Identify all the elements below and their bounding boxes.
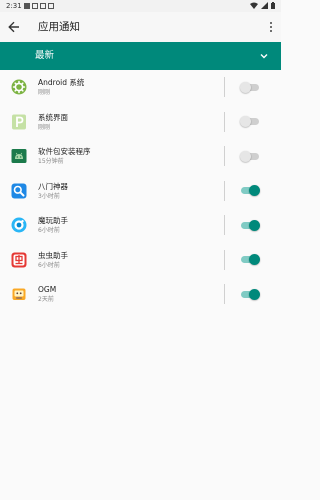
ogm-icon: [12, 288, 26, 300]
notification-time: 刚刚: [38, 89, 51, 96]
notification-toggle[interactable]: [240, 253, 260, 267]
notification-time: 6小时前: [38, 261, 60, 269]
wifi-icon: [250, 2, 258, 9]
notification-icon: [32, 3, 38, 9]
notification-time: 刚刚: [38, 123, 51, 131]
notification-icon: [40, 3, 46, 9]
system-ui-icon: [12, 114, 26, 129]
app-name: OGM: [38, 285, 57, 294]
divider: [224, 180, 225, 201]
signal-icon: [261, 2, 268, 9]
notification-toggle[interactable]: [240, 115, 260, 129]
notification-toggle[interactable]: [240, 80, 260, 94]
sort-dropdown[interactable]: 最新: [0, 42, 281, 70]
divider: [224, 249, 225, 270]
notification-icon: [48, 3, 54, 9]
package-installer-icon: [11, 149, 27, 163]
page-title: 应用通知: [38, 21, 80, 33]
chongchong-icon: [11, 252, 27, 267]
list-item[interactable]: OGM 2天前: [0, 277, 281, 312]
list-item[interactable]: 软件包安装程序 15分钟前: [0, 139, 281, 174]
notification-icon: [24, 3, 30, 9]
list-item[interactable]: Android 系统 刚刚: [0, 70, 281, 105]
notification-time: 6小时前: [38, 227, 60, 234]
app-name: 虫虫助手: [38, 250, 68, 260]
sort-dropdown-label: 最新: [35, 50, 55, 61]
notification-toggle[interactable]: [240, 149, 260, 163]
app-name: 魔玩助手: [38, 216, 68, 225]
list-item[interactable]: 系统界面 刚刚: [0, 105, 281, 140]
notification-time: 15分钟前: [38, 158, 64, 165]
android-system-icon: [11, 79, 27, 95]
divider: [224, 111, 225, 132]
app-notification-list: Android 系统 刚刚 系统界面 刚刚 软件包安装程序 15分钟前 八门神器…: [0, 70, 281, 312]
mowan-icon: [11, 217, 27, 233]
app-name: 软件包安装程序: [38, 147, 91, 156]
notification-time: 2天前: [38, 296, 54, 303]
divider: [224, 215, 225, 235]
back-arrow-icon[interactable]: [6, 19, 22, 35]
app-name: 系统界面: [38, 112, 68, 122]
list-item[interactable]: 魔玩助手 6小时前: [0, 208, 281, 243]
app-bar: 应用通知: [0, 12, 281, 42]
notification-toggle[interactable]: [240, 218, 260, 232]
notification-time: 3小时前: [38, 192, 60, 200]
list-item[interactable]: 虫虫助手 6小时前: [0, 243, 281, 278]
battery-icon: [271, 2, 275, 9]
status-notification-icons: [24, 3, 54, 9]
bamen-icon: [11, 183, 27, 198]
app-name: 八门神器: [38, 181, 68, 191]
divider: [224, 284, 225, 304]
chevron-down-icon: [260, 54, 268, 59]
status-bar: 2:31: [0, 0, 281, 12]
notification-toggle[interactable]: [240, 287, 260, 301]
divider: [224, 77, 225, 97]
app-name: Android 系统: [38, 78, 85, 87]
status-time: 2:31: [6, 2, 22, 10]
status-system-icons: [250, 2, 275, 9]
list-item[interactable]: 八门神器 3小时前: [0, 174, 281, 209]
divider: [224, 146, 225, 166]
more-vert-icon[interactable]: [266, 19, 276, 35]
notification-toggle[interactable]: [240, 184, 260, 198]
